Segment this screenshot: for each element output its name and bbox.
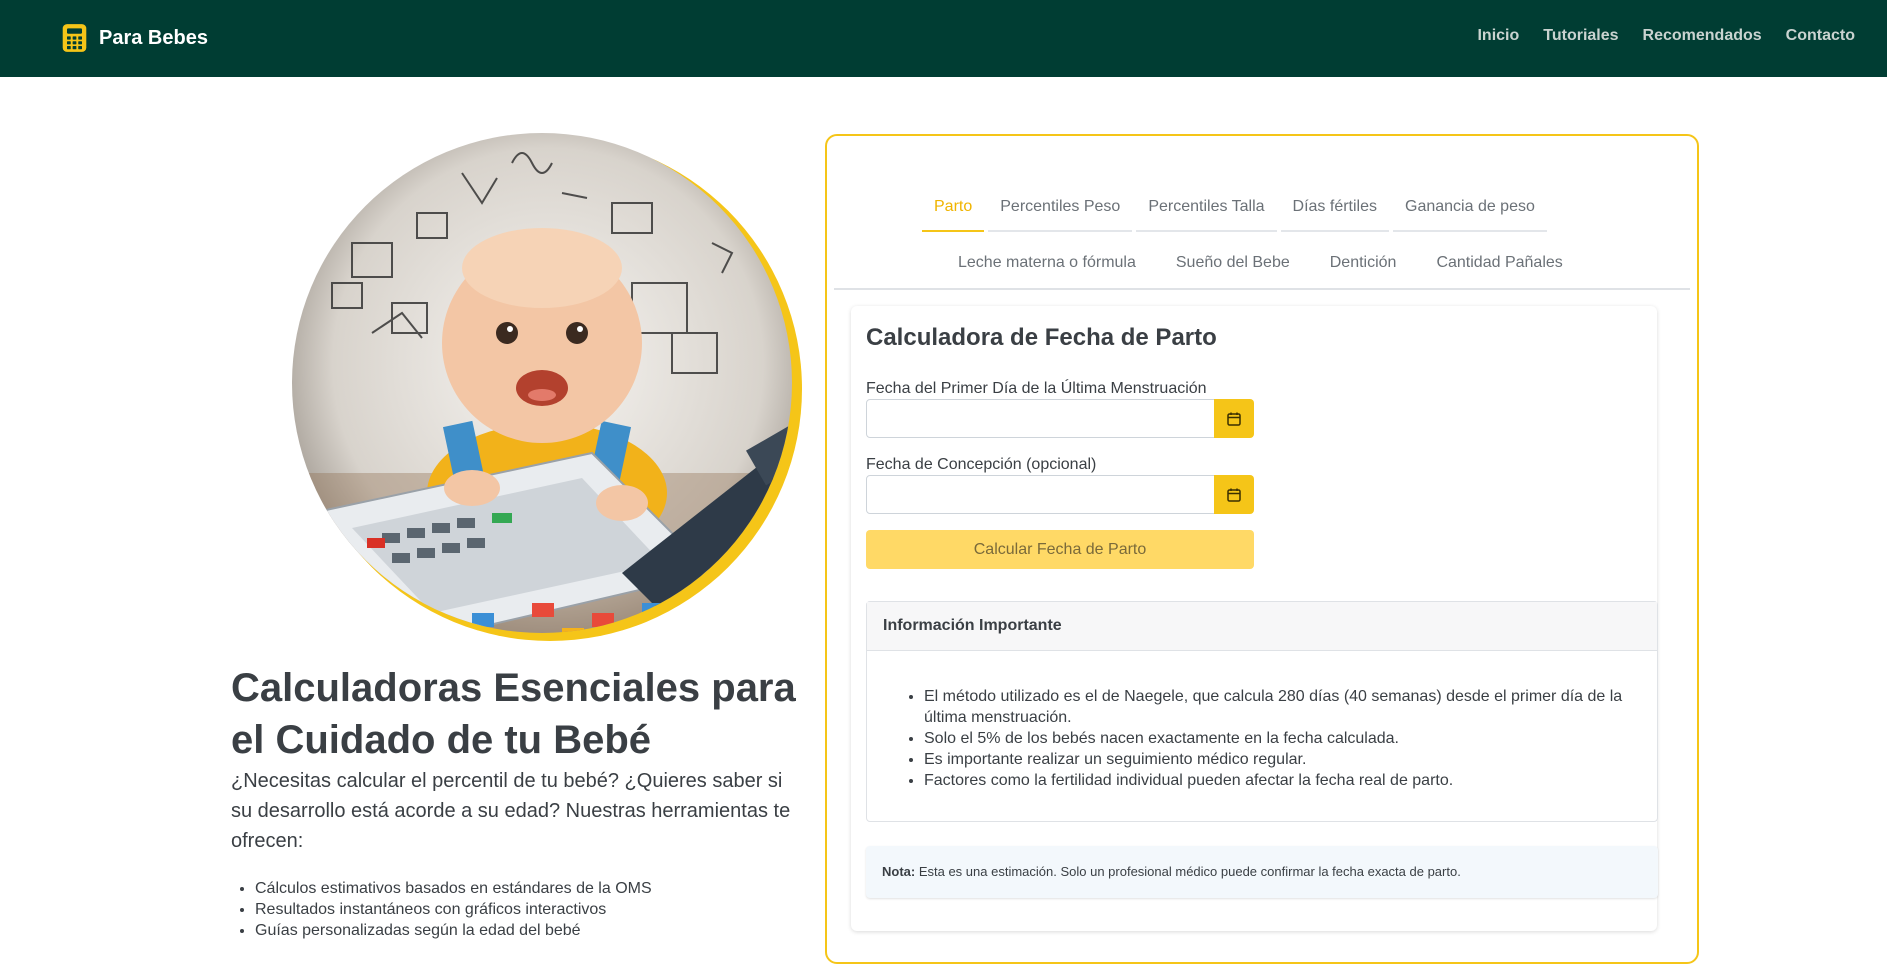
tab-dias-fertiles[interactable]: Días fértiles [1280,188,1389,232]
note-label: Nota: [882,864,916,879]
baby-with-calculators-image [292,133,802,641]
list-item: Solo el 5% de los bebés nacen exactament… [924,728,1634,749]
list-item: Es importante realizar un seguimiento mé… [924,749,1634,770]
lmp-date-label: Fecha del Primer Día de la Última Menstr… [866,380,1207,397]
hero-title: Calculadoras Esenciales para el Cuidado … [231,666,796,762]
list-item: El método utilizado es el de Naegele, qu… [924,686,1634,728]
calculator-icon [62,24,87,52]
list-item: Resultados instantáneos con gráficos int… [255,899,652,920]
info-list: El método utilizado es el de Naegele, qu… [924,686,1634,791]
nav-contacto[interactable]: Contacto [1786,27,1855,45]
disclaimer-note: Nota: Esta es una estimación. Solo un pr… [866,846,1658,898]
brand[interactable]: Para Bebes [61,23,208,53]
calculate-due-date-button[interactable]: Calcular Fecha de Parto [866,530,1254,569]
note-text: Esta es una estimación. Solo un profesio… [915,864,1461,879]
nav-inicio[interactable]: Inicio [1477,27,1519,45]
list-item: Cálculos estimativos basados en estándar… [255,878,652,899]
calendar-icon [1227,488,1241,502]
calendar-icon [1227,412,1241,426]
tab-leche-materna[interactable]: Leche materna o fórmula [946,244,1148,286]
tab-ganancia-peso[interactable]: Ganancia de peso [1393,188,1547,232]
lmp-date-input[interactable] [866,399,1218,438]
tab-sueno-bebe[interactable]: Sueño del Bebe [1164,244,1302,286]
hero-feature-list: Cálculos estimativos basados en estándar… [255,878,652,941]
tabs-divider [834,288,1690,290]
tab-percentiles-talla[interactable]: Percentiles Talla [1136,188,1277,232]
info-box: Información Importante El método utiliza… [866,601,1658,822]
navbar: Para Bebes Inicio Tutoriales Recomendado… [0,0,1887,77]
nav-tutoriales[interactable]: Tutoriales [1543,27,1618,45]
brand-name: Para Bebes [99,26,208,49]
nav-recomendados[interactable]: Recomendados [1643,27,1762,45]
tabs-row-1: Parto Percentiles Peso Percentiles Talla… [922,188,1551,232]
lmp-calendar-button[interactable] [1214,399,1254,438]
conception-date-input[interactable] [866,475,1218,514]
tabs-row-2: Leche materna o fórmula Sueño del Bebe D… [946,244,1591,286]
conception-calendar-button[interactable] [1214,475,1254,514]
tab-denticion[interactable]: Dentición [1318,244,1409,286]
list-item: Guías personalizadas según la edad del b… [255,920,652,941]
list-item: Factores como la fertilidad individual p… [924,770,1634,791]
tab-percentiles-peso[interactable]: Percentiles Peso [988,188,1133,232]
info-header: Información Importante [867,602,1657,651]
nav-links: Inicio Tutoriales Recomendados Contacto [1477,27,1855,45]
calculator-title: Calculadora de Fecha de Parto [866,324,1217,351]
tab-cantidad-panales[interactable]: Cantidad Pañales [1424,244,1574,286]
conception-date-label: Fecha de Concepción (opcional) [866,456,1097,473]
hero-description: ¿Necesitas calcular el percentil de tu b… [231,770,791,852]
tab-parto[interactable]: Parto [922,188,985,232]
